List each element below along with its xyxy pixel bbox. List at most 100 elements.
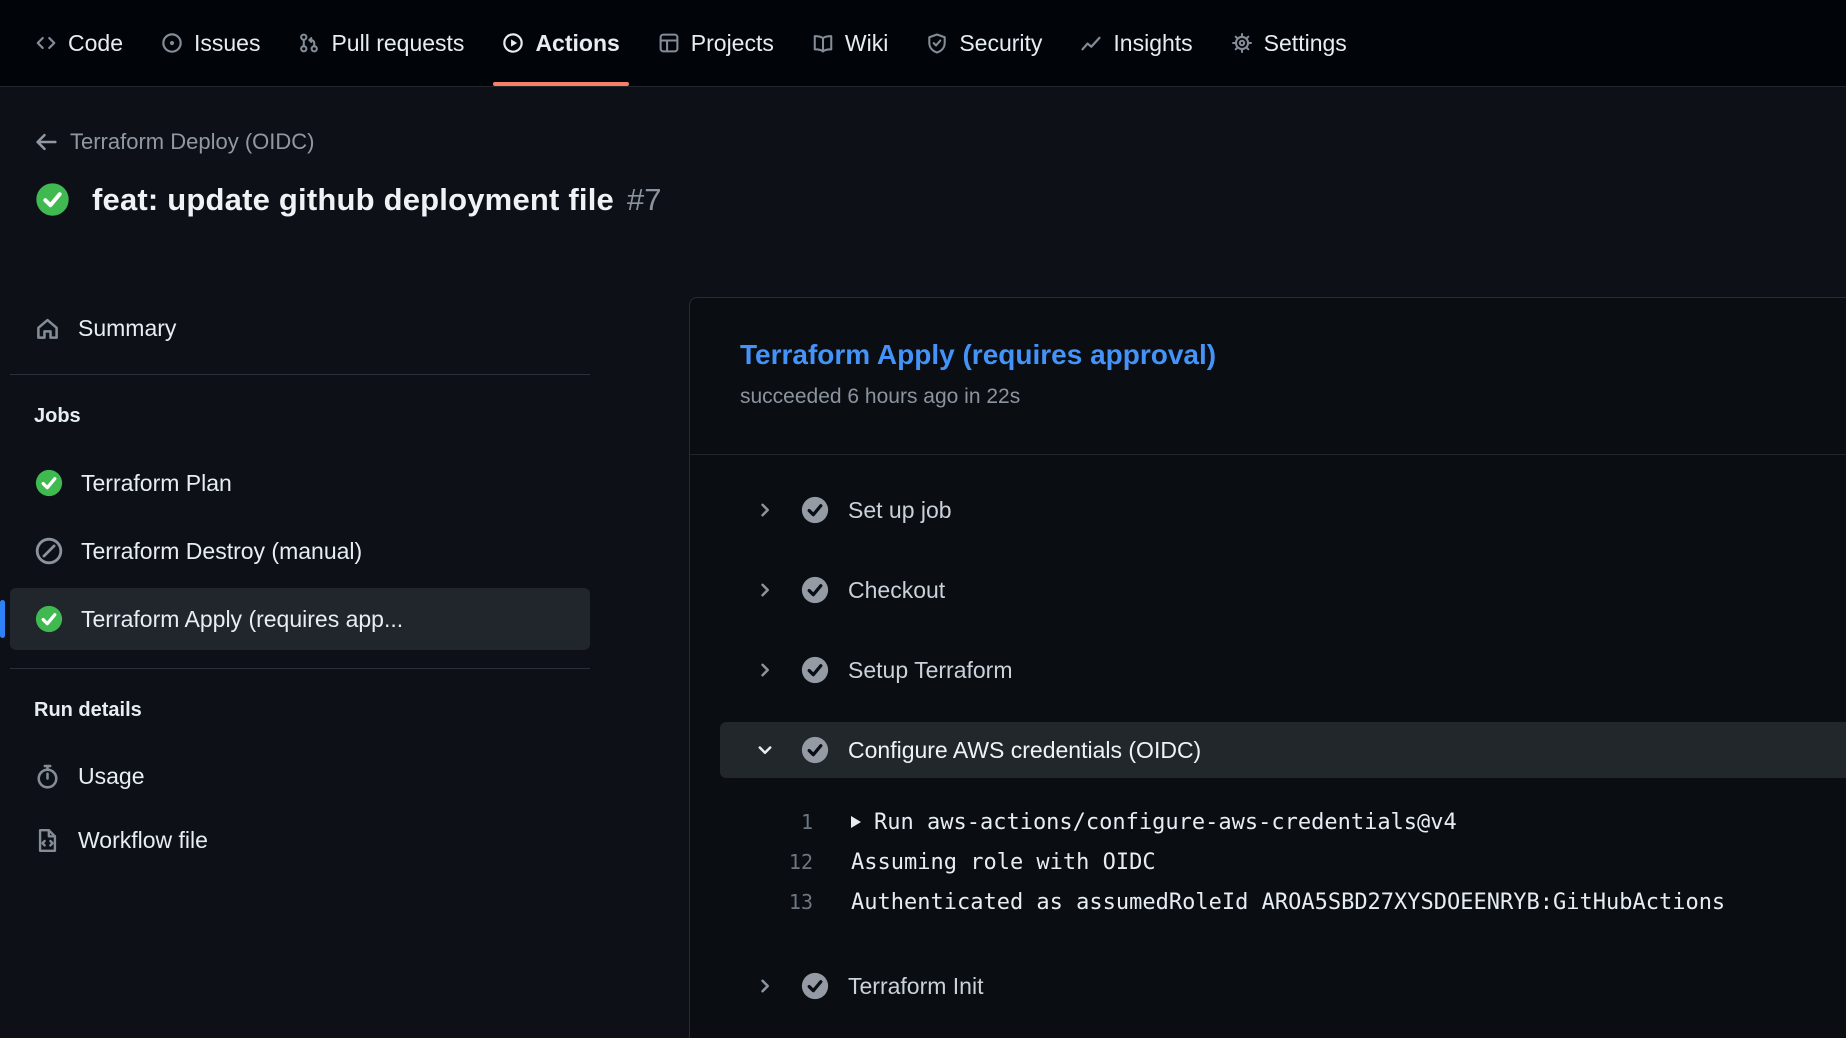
sidebar-item-usage[interactable]: Usage bbox=[10, 748, 590, 804]
step-checkout[interactable]: Checkout bbox=[720, 562, 1846, 618]
step-set-up-job[interactable]: Set up job bbox=[720, 482, 1846, 538]
nav-tab-actions-label: Actions bbox=[535, 30, 619, 57]
workflow-file-icon bbox=[34, 827, 61, 854]
nav-tab-settings[interactable]: Settings bbox=[1212, 0, 1366, 86]
sidebar-job-terraform-apply[interactable]: Terraform Apply (requires app... bbox=[10, 588, 590, 650]
log-line: 1 Run aws-actions/configure-aws-credenti… bbox=[720, 802, 1846, 842]
nav-tab-settings-label: Settings bbox=[1264, 30, 1347, 57]
step-success-icon bbox=[800, 495, 830, 525]
nav-tab-actions[interactable]: Actions bbox=[483, 0, 638, 86]
step-terraform-init[interactable]: Terraform Init bbox=[720, 958, 1846, 1014]
log-line-text: Assuming role with OIDC bbox=[851, 850, 1156, 875]
log-line-text: Run aws-actions/configure-aws-credential… bbox=[851, 810, 1457, 835]
chevron-right-icon bbox=[754, 579, 776, 601]
nav-tab-insights[interactable]: Insights bbox=[1061, 0, 1211, 86]
shield-icon bbox=[926, 32, 948, 54]
nav-tab-insights-label: Insights bbox=[1113, 30, 1192, 57]
step-configure-aws-credentials[interactable]: Configure AWS credentials (OIDC) bbox=[720, 722, 1846, 778]
table-icon bbox=[658, 32, 680, 54]
success-check-icon bbox=[34, 604, 64, 634]
step-label: Checkout bbox=[848, 577, 945, 604]
back-link[interactable]: Terraform Deploy (OIDC) bbox=[34, 129, 314, 155]
log-group-toggle-icon[interactable] bbox=[851, 816, 861, 828]
step-success-icon bbox=[800, 971, 830, 1001]
log-line-number[interactable]: 13 bbox=[720, 890, 813, 914]
run-title-row: feat: update github deployment file #7 bbox=[34, 181, 1846, 218]
nav-tab-projects[interactable]: Projects bbox=[639, 0, 793, 86]
nav-tab-projects-label: Projects bbox=[691, 30, 774, 57]
sidebar-item-workflow-file[interactable]: Workflow file bbox=[10, 812, 590, 868]
chevron-right-icon bbox=[754, 659, 776, 681]
job-title-link[interactable]: Terraform Apply (requires approval) bbox=[740, 338, 1796, 372]
run-details-list: Usage Workflow file bbox=[10, 748, 590, 868]
sidebar-job-terraform-destroy[interactable]: Terraform Destroy (manual) bbox=[10, 520, 590, 582]
step-success-icon bbox=[800, 655, 830, 685]
run-number: #7 bbox=[627, 182, 661, 218]
selected-job-indicator bbox=[0, 600, 5, 638]
log-line: 12 Assuming role with OIDC bbox=[720, 842, 1846, 882]
sidebar-item-summary[interactable]: Summary bbox=[10, 300, 590, 356]
success-check-icon bbox=[34, 468, 64, 498]
sidebar-divider bbox=[10, 668, 590, 669]
step-label: Configure AWS credentials (OIDC) bbox=[848, 737, 1201, 764]
steps-list: Set up job Checkout Setup Terraform bbox=[690, 455, 1846, 1014]
graph-icon bbox=[1080, 32, 1102, 54]
step-setup-terraform[interactable]: Setup Terraform bbox=[720, 642, 1846, 698]
stopwatch-icon bbox=[34, 763, 61, 790]
job-log-panel: Terraform Apply (requires approval) succ… bbox=[689, 297, 1846, 1038]
arrow-left-icon bbox=[34, 130, 58, 154]
nav-tab-code-label: Code bbox=[68, 30, 123, 57]
step-label: Setup Terraform bbox=[848, 657, 1012, 684]
nav-tab-code[interactable]: Code bbox=[16, 0, 142, 86]
nav-tab-issues-label: Issues bbox=[194, 30, 260, 57]
nav-tab-wiki[interactable]: Wiki bbox=[793, 0, 907, 86]
run-success-icon bbox=[34, 181, 71, 218]
sidebar-item-usage-label: Usage bbox=[78, 763, 144, 790]
workflow-name: Terraform Deploy (OIDC) bbox=[70, 129, 314, 155]
run-details-section-header: Run details bbox=[10, 699, 590, 722]
step-label: Terraform Init bbox=[848, 973, 983, 1000]
log-line-number[interactable]: 1 bbox=[720, 810, 813, 834]
issue-opened-icon bbox=[161, 32, 183, 54]
run-header: Terraform Deploy (OIDC) feat: update git… bbox=[0, 87, 1846, 218]
nav-tab-issues[interactable]: Issues bbox=[142, 0, 279, 86]
log-panel-header: Terraform Apply (requires approval) succ… bbox=[690, 298, 1846, 455]
log-line-text: Authenticated as assumedRoleId AROA5SBD2… bbox=[851, 890, 1725, 915]
run-title: feat: update github deployment file bbox=[92, 182, 614, 218]
nav-tab-security[interactable]: Security bbox=[907, 0, 1061, 86]
step-log-output: 1 Run aws-actions/configure-aws-credenti… bbox=[720, 802, 1846, 924]
sidebar-item-workflow-file-label: Workflow file bbox=[78, 827, 208, 854]
chevron-right-icon bbox=[754, 975, 776, 997]
log-line: 13 Authenticated as assumedRoleId AROA5S… bbox=[720, 882, 1846, 922]
skipped-icon bbox=[34, 536, 64, 566]
sidebar-divider bbox=[10, 374, 590, 375]
active-tab-underline bbox=[493, 82, 628, 86]
git-pull-request-icon bbox=[298, 32, 320, 54]
step-success-icon bbox=[800, 735, 830, 765]
sidebar-job-terraform-plan[interactable]: Terraform Plan bbox=[10, 452, 590, 514]
repo-tab-nav: Code Issues Pull requests Actions Projec… bbox=[0, 0, 1846, 87]
sidebar-item-summary-label: Summary bbox=[78, 315, 176, 342]
sidebar-job-label: Terraform Apply (requires app... bbox=[81, 606, 403, 633]
nav-tab-wiki-label: Wiki bbox=[845, 30, 888, 57]
sidebar-job-label: Terraform Plan bbox=[81, 470, 232, 497]
code-icon bbox=[35, 32, 57, 54]
log-line-number[interactable]: 12 bbox=[720, 850, 813, 874]
jobs-section-header: Jobs bbox=[10, 405, 590, 428]
chevron-right-icon bbox=[754, 499, 776, 521]
nav-tab-security-label: Security bbox=[959, 30, 1042, 57]
job-status-line: succeeded 6 hours ago in 22s bbox=[740, 384, 1796, 410]
content: Summary Jobs Terraform Plan Terraform De… bbox=[0, 218, 1846, 1038]
jobs-list: Terraform Plan Terraform Destroy (manual… bbox=[10, 452, 590, 650]
run-sidebar: Summary Jobs Terraform Plan Terraform De… bbox=[0, 218, 616, 868]
step-label: Set up job bbox=[848, 497, 952, 524]
chevron-down-icon bbox=[754, 739, 776, 761]
sidebar-job-label: Terraform Destroy (manual) bbox=[81, 538, 362, 565]
play-icon bbox=[502, 32, 524, 54]
nav-tab-pull-requests[interactable]: Pull requests bbox=[279, 0, 483, 86]
step-success-icon bbox=[800, 575, 830, 605]
nav-tab-pull-requests-label: Pull requests bbox=[331, 30, 464, 57]
home-icon bbox=[34, 315, 61, 342]
book-icon bbox=[812, 32, 834, 54]
gear-icon bbox=[1231, 32, 1253, 54]
